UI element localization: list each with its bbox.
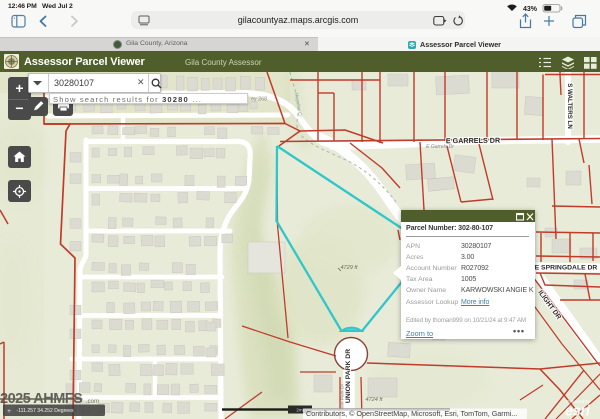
svg-text:+: + [7, 408, 11, 415]
svg-text:ey 268: ey 268 [251, 97, 267, 103]
svg-text:4729 ft: 4729 ft [340, 265, 358, 271]
svg-text:.com: .com [86, 399, 99, 405]
svg-text:E Garrels Dr: E Garrels Dr [426, 144, 454, 150]
svg-text:2mi: 2mi [296, 408, 303, 413]
svg-text:S WALTERS LN: S WALTERS LN [566, 83, 573, 129]
svg-text:esri: esri [565, 404, 591, 419]
svg-text:E GARRELS DR: E GARRELS DR [446, 136, 501, 145]
svg-text:E SPRINGDALE DR: E SPRINGDALE DR [535, 265, 598, 272]
svg-text:-111.257 34.252 Degrees: -111.257 34.252 Degrees [17, 408, 74, 414]
svg-text:Contributors, © OpenStreetMap,: Contributors, © OpenStreetMap, Microsoft… [306, 409, 517, 418]
svg-text:UNION PARK DR: UNION PARK DR [345, 349, 352, 403]
svg-text:4724 ft: 4724 ft [365, 397, 383, 403]
